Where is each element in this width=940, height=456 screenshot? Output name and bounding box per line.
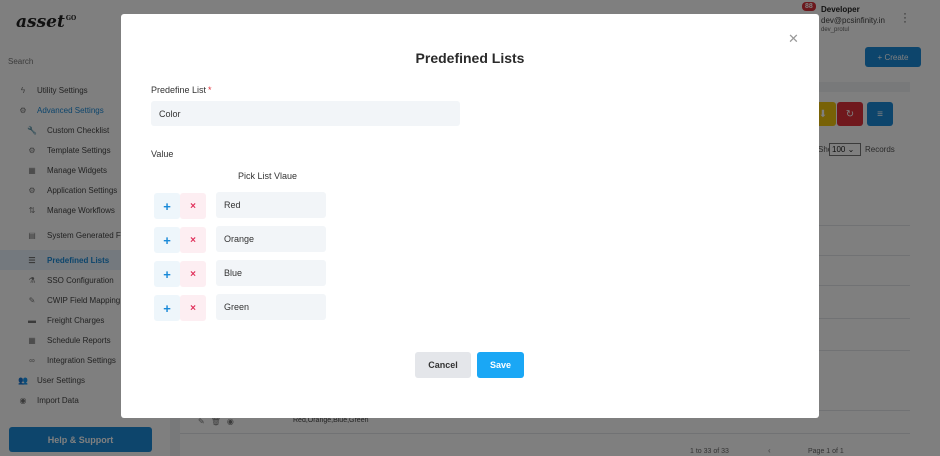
modal-title: Predefined Lists xyxy=(415,50,525,66)
remove-row-button[interactable]: × xyxy=(180,261,206,287)
pick-list-row: + × Blue xyxy=(154,260,326,287)
pick-list-value-input[interactable]: Red xyxy=(216,192,326,218)
cancel-button[interactable]: Cancel xyxy=(415,352,471,378)
remove-row-button[interactable]: × xyxy=(180,295,206,321)
value-label: Value xyxy=(151,149,174,159)
remove-row-button[interactable]: × xyxy=(180,227,206,253)
remove-row-button[interactable]: × xyxy=(180,193,206,219)
save-button[interactable]: Save xyxy=(477,352,524,378)
required-mark: * xyxy=(208,85,212,95)
pick-list-value-input[interactable]: Green xyxy=(216,294,326,320)
add-row-button[interactable]: + xyxy=(154,261,180,287)
add-row-button[interactable]: + xyxy=(154,193,180,219)
predefine-list-input[interactable]: Color xyxy=(151,101,460,126)
add-row-button[interactable]: + xyxy=(154,295,180,321)
close-icon[interactable]: ✕ xyxy=(788,32,799,45)
pick-list-value-input[interactable]: Blue xyxy=(216,260,326,286)
pick-list-row: + × Red xyxy=(154,192,326,219)
add-row-button[interactable]: + xyxy=(154,227,180,253)
predefined-lists-modal: Predefined Lists ✕ Predefine List * Color… xyxy=(121,14,819,418)
pick-list-value-input[interactable]: Orange xyxy=(216,226,326,252)
pick-list-row: + × Green xyxy=(154,294,326,321)
pick-list-row: + × Orange xyxy=(154,226,326,253)
pick-list-column-header: Pick List Vlaue xyxy=(238,171,298,181)
predefine-list-label: Predefine List * xyxy=(151,85,212,95)
